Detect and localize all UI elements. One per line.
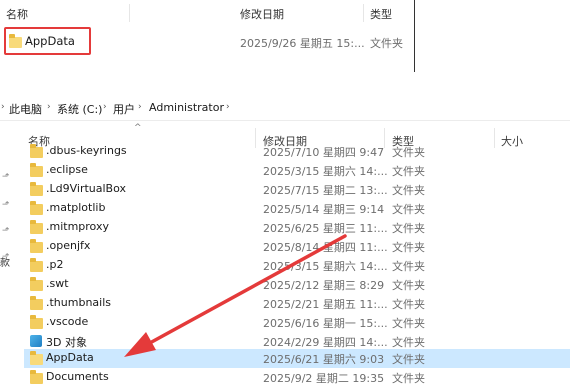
- arrow-shaft: [146, 234, 347, 346]
- arrowhead: [124, 332, 156, 357]
- annotation-arrow: [124, 234, 347, 357]
